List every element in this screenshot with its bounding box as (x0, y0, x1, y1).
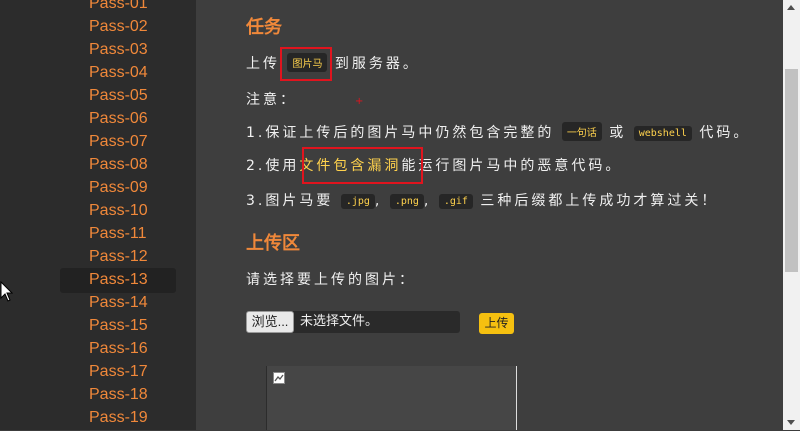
mouse-cursor-icon (0, 281, 13, 302)
upload-prompt: 请选择要上传的图片： (246, 272, 416, 288)
sidebar-item-pass-18[interactable]: Pass-18 (60, 383, 176, 408)
code-tag-png: .png (389, 194, 424, 209)
line4-sep2: , (423, 193, 432, 209)
line3-post: 能运行图片马中的恶意代码。 (401, 158, 623, 174)
scrollbar[interactable] (783, 0, 800, 430)
annotation-box-image-horse (280, 47, 332, 81)
file-status: 未选择文件。 (300, 314, 379, 329)
sidebar-item-pass-19[interactable]: Pass-19 (60, 406, 176, 431)
sidebar-item-pass-14[interactable]: Pass-14 (60, 291, 176, 316)
scroll-down-icon[interactable] (787, 420, 795, 425)
sidebar-item-pass-05[interactable]: Pass-05 (60, 84, 176, 109)
browse-button[interactable]: 浏览... (246, 311, 294, 333)
sidebar-item-pass-17[interactable]: Pass-17 (60, 360, 176, 385)
line4-post: 三种后缀都上传成功才算过关！ (480, 193, 719, 209)
line1-post: 到服务器。 (334, 56, 420, 72)
task-heading: 任务 (246, 17, 282, 38)
line2-mid: 或 (609, 125, 627, 141)
sidebar-item-pass-12[interactable]: Pass-12 (60, 245, 176, 270)
line3-pre: 2.使用 (246, 158, 300, 174)
main-content: 任务 上传 图片马 到服务器。 注意： 1.保证上传后的图片马中仍然包含完整的 … (196, 0, 783, 430)
sidebar-item-pass-10[interactable]: Pass-10 (60, 199, 176, 224)
scroll-up-icon[interactable] (787, 5, 795, 10)
sidebar-item-pass-04[interactable]: Pass-04 (60, 61, 176, 86)
line2-pre: 1.保证上传后的图片马中仍然包含完整的 (246, 125, 555, 141)
task-note: 注意： (246, 92, 297, 108)
sidebar-item-pass-03[interactable]: Pass-03 (60, 38, 176, 63)
sidebar-item-pass-02[interactable]: Pass-02 (60, 15, 176, 40)
task-line-4: 3.图片马要 .jpg, .png, .gif 三种后缀都上传成功才算过关！ (246, 190, 718, 210)
task-line-1: 上传 图片马 到服务器。 (246, 53, 420, 73)
sidebar-item-pass-15[interactable]: Pass-15 (60, 314, 176, 339)
sidebar-item-pass-08[interactable]: Pass-08 (60, 153, 176, 178)
task-line-2: 1.保证上传后的图片马中仍然包含完整的 一句话 或 webshell 代码。 (246, 122, 750, 142)
sidebar: Pass-01 Pass-02 Pass-03 Pass-04 Pass-05 Pass-… (0, 0, 196, 430)
sidebar-item-pass-13[interactable]: Pass-13 (60, 268, 176, 293)
code-tag-webshell: webshell (633, 126, 692, 141)
line4-sep1: , (374, 193, 383, 209)
upload-heading: 上传区 (246, 233, 300, 254)
sidebar-item-pass-16[interactable]: Pass-16 (60, 337, 176, 362)
image-preview (266, 366, 517, 430)
sidebar-item-pass-11[interactable]: Pass-11 (60, 222, 176, 247)
line2-post: 代码。 (699, 125, 751, 141)
code-tag-gif: .gif (438, 194, 473, 209)
scrollbar-thumb[interactable] (785, 69, 798, 272)
line1-pre: 上传 (246, 56, 280, 72)
broken-image-icon (273, 372, 285, 384)
upload-button[interactable]: 上传 (479, 313, 514, 334)
annotation-marker: + (355, 96, 364, 107)
file-input[interactable]: 浏览... 未选择文件。 (246, 311, 460, 333)
code-tag-jpg: .jpg (340, 194, 375, 209)
sidebar-item-pass-06[interactable]: Pass-06 (60, 107, 176, 132)
annotation-box-file-inclusion (302, 147, 423, 184)
sidebar-item-pass-07[interactable]: Pass-07 (60, 130, 176, 155)
code-tag-one-liner: 一句话 (561, 122, 602, 141)
line4-pre: 3.图片马要 (246, 193, 334, 209)
sidebar-item-pass-09[interactable]: Pass-09 (60, 176, 176, 201)
